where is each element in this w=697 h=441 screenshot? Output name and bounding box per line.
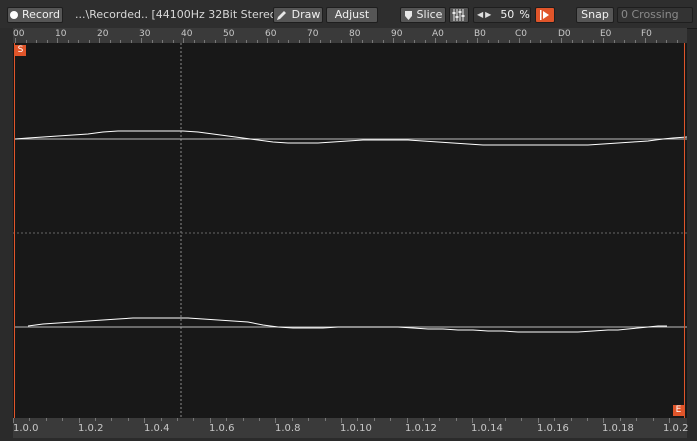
sample-editor-toolbar: Record ...\Recorded.. [44100Hz 32Bit Ste… xyxy=(0,0,697,29)
time-tick xyxy=(127,418,129,421)
time-label: 1.0.4 xyxy=(144,423,170,434)
left-margin xyxy=(0,28,13,441)
snap-label: Snap xyxy=(581,8,609,21)
time-tick xyxy=(472,418,474,423)
time-tick xyxy=(603,418,605,423)
time-label: 1.0.18 xyxy=(602,423,634,434)
slice-label: Slice xyxy=(416,8,443,21)
left-channel-waveform xyxy=(14,130,687,146)
time-tick xyxy=(636,418,638,421)
right-channel-waveform xyxy=(27,317,667,333)
ruler-label: E0 xyxy=(600,29,612,39)
time-tick xyxy=(357,418,359,421)
ruler-label: D0 xyxy=(558,29,571,39)
sample-end-line[interactable] xyxy=(684,43,685,418)
time-label: 1.0.2 xyxy=(78,423,104,434)
time-tick xyxy=(45,418,47,421)
time-tick xyxy=(29,418,31,421)
draw-button[interactable]: Draw xyxy=(273,7,323,23)
time-tick xyxy=(554,418,556,421)
sample-start-line[interactable] xyxy=(14,43,15,418)
adjust-button[interactable]: Adjust xyxy=(326,7,378,23)
ruler-label: F0 xyxy=(641,29,652,39)
time-tick xyxy=(78,418,80,423)
time-tick xyxy=(439,418,441,421)
slice-button[interactable]: Slice xyxy=(400,7,446,23)
time-label: 1.0.10 xyxy=(340,423,372,434)
zoom-decrease-icon[interactable]: ◀ xyxy=(477,8,483,22)
time-tick xyxy=(324,418,326,421)
time-tick xyxy=(111,418,113,421)
time-label: 1.0.8 xyxy=(275,423,301,434)
slice-marker-icon xyxy=(404,10,412,20)
time-tick xyxy=(669,418,670,423)
slice-options-button[interactable] xyxy=(449,7,469,23)
time-tick xyxy=(341,418,342,423)
end-marker-handle[interactable]: E xyxy=(673,405,684,416)
waveform-view[interactable]: S E xyxy=(13,43,687,418)
ruler-label: C0 xyxy=(515,29,528,39)
zoom-unit: % xyxy=(519,8,530,21)
ruler-label: A0 xyxy=(432,29,444,39)
time-tick xyxy=(226,418,228,421)
snap-button[interactable]: Snap xyxy=(576,7,614,23)
time-label: 1.0.12 xyxy=(405,423,437,434)
play-marker-icon xyxy=(540,10,549,20)
time-tick xyxy=(505,418,506,421)
time-tick xyxy=(275,418,277,423)
snap-mode-value: 0 Crossing xyxy=(621,8,679,21)
time-ruler[interactable]: 1.0.0 1.0.2 1.0.4 1.0.6 1.0.8 1.0.10 1.0… xyxy=(13,418,689,438)
time-tick xyxy=(587,418,588,421)
time-tick xyxy=(488,418,490,421)
time-tick xyxy=(455,418,457,421)
record-icon xyxy=(9,11,18,19)
snap-mode-select[interactable]: 0 Crossing xyxy=(617,7,693,23)
time-tick xyxy=(144,418,146,423)
time-tick xyxy=(95,418,96,421)
time-tick xyxy=(423,418,424,421)
time-tick xyxy=(619,418,621,421)
time-tick xyxy=(406,418,408,423)
time-tick xyxy=(373,418,375,421)
time-tick xyxy=(242,418,244,421)
time-tick xyxy=(193,418,195,421)
time-tick xyxy=(537,418,539,423)
adjust-label: Adjust xyxy=(334,8,370,21)
time-tick xyxy=(209,418,211,423)
time-label: 1.0.16 xyxy=(537,423,569,434)
waveform-canvas xyxy=(13,43,687,418)
time-tick xyxy=(390,418,392,421)
time-tick xyxy=(13,418,14,423)
time-tick xyxy=(652,418,654,421)
time-label: 1.0.0 xyxy=(13,423,39,434)
start-marker-handle[interactable]: S xyxy=(15,45,26,56)
zoom-value: 50 xyxy=(500,8,515,21)
time-label: 1.0.6 xyxy=(209,423,235,434)
ruler-label: B0 xyxy=(474,29,486,39)
time-tick xyxy=(62,418,64,421)
record-label: Record xyxy=(21,8,60,21)
time-tick xyxy=(570,418,572,421)
time-tick xyxy=(291,418,293,421)
time-tick xyxy=(160,418,162,421)
position-ruler[interactable]: 00 10 20 30 40 50 60 70 80 90 A0 B0 C0 D… xyxy=(13,28,687,43)
pencil-icon xyxy=(276,11,286,20)
time-label: 1.0.2 xyxy=(663,423,689,434)
zoom-increase-icon[interactable]: ▶ xyxy=(485,8,491,22)
file-info: ...\Recorded.. [44100Hz 32Bit Stereo] xyxy=(75,8,281,21)
time-tick xyxy=(308,418,310,421)
time-label: 1.0.14 xyxy=(471,423,503,434)
play-loop-button[interactable] xyxy=(535,7,555,23)
draw-label: Draw xyxy=(291,8,321,21)
zoom-control[interactable]: ◀ ▶ 50 % xyxy=(473,7,531,23)
time-tick xyxy=(259,418,260,421)
time-tick xyxy=(177,418,178,421)
time-tick xyxy=(521,418,523,421)
faders-icon xyxy=(452,9,465,21)
record-button[interactable]: Record xyxy=(7,7,63,23)
